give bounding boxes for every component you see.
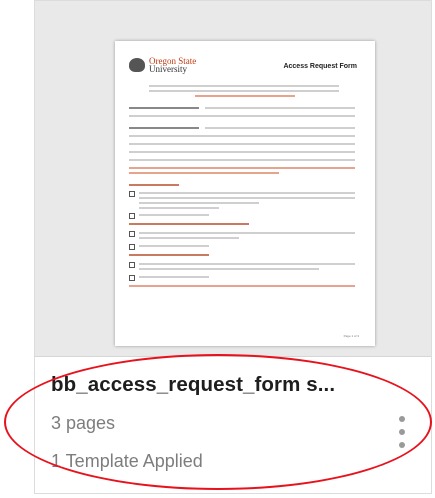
document-title[interactable]: bb_access_request_form s... — [51, 373, 335, 397]
template-status: 1 Template Applied — [51, 451, 203, 471]
more-options-button[interactable] — [394, 413, 410, 451]
page-count: 3 pages — [51, 413, 116, 433]
document-card[interactable]: Oregon State University Access Request F… — [34, 0, 432, 494]
preview-form-title: Access Request Form — [283, 63, 357, 70]
document-page-preview: Oregon State University Access Request F… — [115, 41, 375, 346]
document-thumbnail[interactable]: Oregon State University Access Request F… — [35, 1, 431, 357]
logo-line-2: University — [149, 64, 187, 74]
more-vertical-icon — [399, 416, 405, 422]
osu-logo: Oregon State University — [129, 57, 196, 74]
preview-page-number: Page 1 of 3 — [343, 334, 359, 338]
osu-seal-icon — [129, 58, 145, 72]
